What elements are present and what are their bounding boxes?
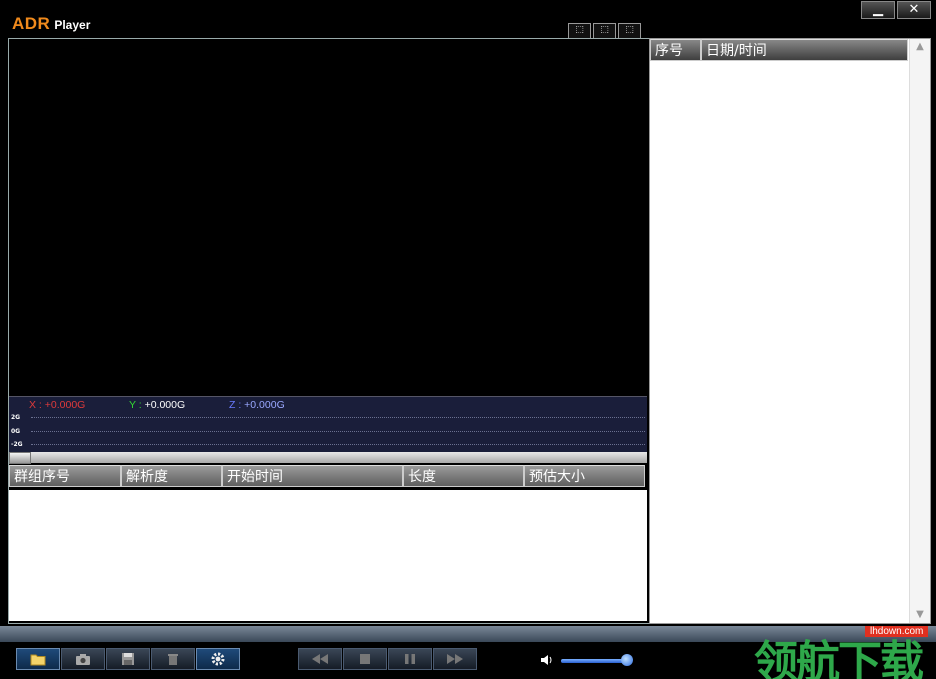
stop-button[interactable] <box>343 648 387 670</box>
view-mode-normal-button[interactable]: ⬚ <box>593 23 616 39</box>
rewind-icon <box>312 654 328 664</box>
pause-icon <box>405 654 415 664</box>
settings-button[interactable] <box>196 648 240 670</box>
minimize-button[interactable]: ▁ <box>861 1 895 19</box>
timeline-slider-thumb[interactable] <box>9 452 31 464</box>
gsensor-x-value: +0.000G <box>44 399 86 411</box>
column-header-resolution[interactable]: 解析度 <box>121 465 222 487</box>
column-header-estimated-size[interactable]: 预估大小 <box>524 465 645 487</box>
gsensor-y-readout: Y : +0.000G <box>129 399 185 411</box>
volume-slider-fill <box>561 659 629 663</box>
window-controls: ▁ ✕ <box>859 1 931 19</box>
open-folder-button[interactable] <box>16 648 60 670</box>
video-area[interactable] <box>9 39 647 397</box>
fast-forward-icon <box>447 654 463 664</box>
delete-button[interactable] <box>151 648 195 670</box>
gsensor-graph: X : +0.000G Y : +0.000G Z : +0.000G 2G 0… <box>9 397 647 452</box>
gsensor-y-value: +0.000G <box>144 399 186 411</box>
pause-button[interactable] <box>388 648 432 670</box>
gsensor-axis-bottom: -2G <box>11 441 23 448</box>
column-header-start-time[interactable]: 开始时间 <box>222 465 403 487</box>
snapshot-button[interactable] <box>61 648 105 670</box>
volume-slider[interactable] <box>561 659 629 663</box>
gsensor-axis-top: 2G <box>11 414 21 421</box>
folder-icon <box>30 654 46 665</box>
gsensor-axis-mid: 0G <box>11 428 21 435</box>
gsensor-gridline <box>31 444 645 445</box>
event-list-scrollbar[interactable]: ▲ ▼ <box>909 39 930 623</box>
speaker-icon <box>541 655 552 665</box>
watermark-text: 领航下载 <box>754 637 924 679</box>
timeline-slider[interactable] <box>9 452 647 464</box>
save-button[interactable] <box>106 648 150 670</box>
close-button[interactable]: ✕ <box>897 1 931 19</box>
scroll-down-icon[interactable]: ▼ <box>910 607 930 623</box>
column-header-datetime[interactable]: 日期/时间 <box>701 39 908 61</box>
trash-icon <box>168 654 178 665</box>
rewind-button[interactable] <box>298 648 342 670</box>
column-header-group-number[interactable]: 群组序号 <box>9 465 121 487</box>
gear-icon <box>211 652 225 666</box>
gsensor-x-readout: X : +0.000G <box>29 399 85 411</box>
gsensor-gridline <box>31 417 645 418</box>
app-window: ADR Player ▁ ✕ ⬚ ⬚ ⬚ X : +0.000G Y : +0.0… <box>0 0 936 679</box>
gsensor-z-value: +0.000G <box>244 399 285 411</box>
logo-brand: ADR <box>12 14 51 33</box>
app-logo: ADR Player <box>12 14 90 34</box>
volume-icon[interactable] <box>540 654 554 670</box>
volume-slider-knob[interactable] <box>621 654 633 666</box>
save-icon <box>122 653 134 665</box>
logo-product: Player <box>54 18 91 32</box>
gsensor-x-prefix: X : <box>29 399 45 411</box>
gsensor-z-readout: Z : +0.000G <box>229 399 285 411</box>
gsensor-z-prefix: Z : <box>229 399 245 411</box>
gsensor-y-prefix: Y : <box>129 399 145 411</box>
view-mode-fullscreen-button[interactable]: ⬚ <box>618 23 641 39</box>
scroll-up-icon[interactable]: ▲ <box>910 39 930 55</box>
file-table-header: 群组序号 解析度 开始时间 长度 预估大小 <box>9 465 647 489</box>
stop-icon <box>360 654 370 664</box>
camera-icon <box>76 653 90 665</box>
view-mode-small-button[interactable]: ⬚ <box>568 23 591 39</box>
view-mode-buttons: ⬚ ⬚ ⬚ <box>566 23 641 39</box>
fast-forward-button[interactable] <box>433 648 477 670</box>
event-list-header: 序号 日期/时间 <box>650 39 908 61</box>
event-list[interactable]: 序号 日期/时间 ▲ ▼ <box>649 38 931 624</box>
file-table-body[interactable] <box>9 490 647 621</box>
column-header-length[interactable]: 长度 <box>403 465 524 487</box>
gsensor-gridline <box>31 431 645 432</box>
column-header-index[interactable]: 序号 <box>650 39 701 61</box>
